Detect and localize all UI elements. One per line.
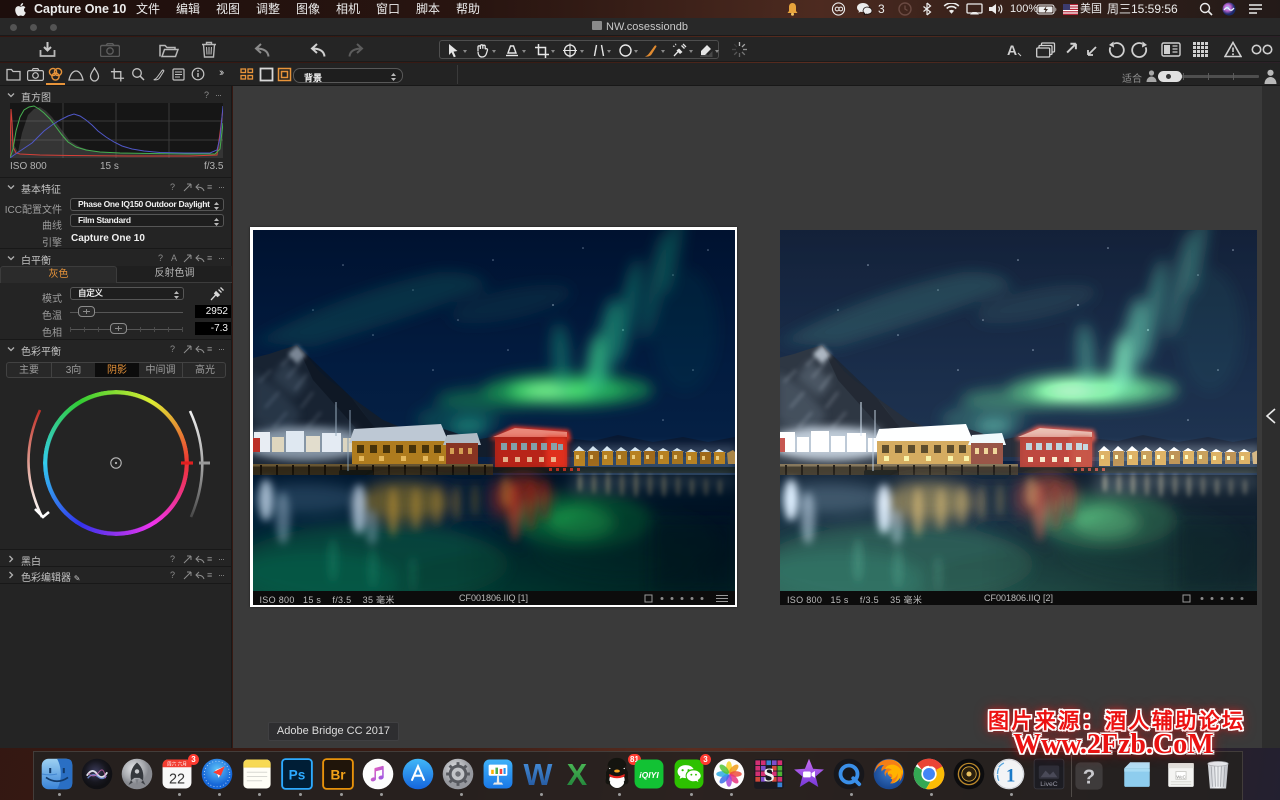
svg-text:?: ?	[1083, 767, 1095, 789]
svg-text:LiveC: LiveC	[1040, 781, 1057, 788]
svg-text:S: S	[763, 765, 774, 787]
svg-text:WeC: WeC	[1176, 774, 1185, 779]
svg-text:W: W	[524, 758, 553, 791]
svg-text:Ps: Ps	[289, 768, 306, 783]
svg-text:iQIYI: iQIYI	[639, 770, 659, 780]
svg-text:1: 1	[1006, 766, 1015, 787]
svg-text:A: A	[1007, 42, 1017, 58]
svg-text:22: 22	[169, 771, 185, 787]
svg-text:Br: Br	[330, 768, 346, 783]
svg-text:周六 六月: 周六 六月	[167, 761, 187, 768]
svg-text:X: X	[567, 758, 588, 791]
